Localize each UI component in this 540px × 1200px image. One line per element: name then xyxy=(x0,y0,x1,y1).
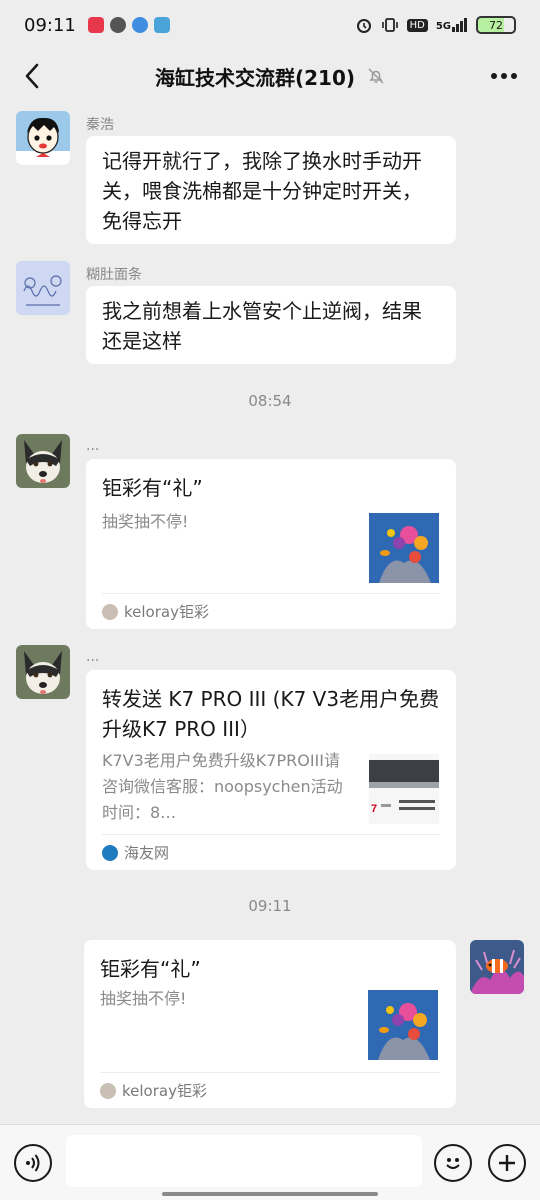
home-indicator xyxy=(162,1192,378,1196)
vibrate-icon xyxy=(381,18,398,32)
card-title: 钜彩有“礼” xyxy=(100,957,201,981)
voice-button[interactable] xyxy=(14,1144,52,1182)
signal-icon xyxy=(452,18,467,32)
avatar[interactable] xyxy=(16,111,70,165)
bell-off-icon xyxy=(368,68,384,84)
avatar[interactable] xyxy=(16,261,70,315)
card-source-label: keloray钜彩 xyxy=(122,1082,207,1100)
avatar[interactable] xyxy=(16,645,70,699)
back-button[interactable] xyxy=(14,58,50,94)
sketch-avatar-icon xyxy=(16,261,70,315)
chat-title: 海缸技术交流群(210) xyxy=(154,65,356,90)
clownfish-avatar-icon xyxy=(470,940,524,994)
sender-name: ... xyxy=(86,649,100,665)
device-thumbnail-icon: 7 xyxy=(369,754,439,824)
more-dots-icon xyxy=(491,73,517,79)
message-bubble[interactable]: 我之前想着上水管安个止逆阀，结果还是这样 xyxy=(86,286,456,364)
self-avatar[interactable] xyxy=(470,940,524,994)
husky-dog-avatar-icon xyxy=(16,434,70,488)
card-source: keloray钜彩 xyxy=(102,593,440,629)
sender-name: 秦浩 xyxy=(86,117,114,133)
keloray-logo-icon xyxy=(100,1082,116,1099)
card-thumbnail: 7 xyxy=(369,754,439,824)
card-description: K7V3老用户免费升级K7PROIII请咨询微信客服：noopsychen活动时… xyxy=(102,751,343,822)
card-description: 抽奖抽不停! xyxy=(100,989,187,1008)
app-icon xyxy=(153,17,170,33)
timestamp: 09:11 xyxy=(248,897,292,915)
message-icon xyxy=(109,17,126,33)
chevron-left-icon xyxy=(25,63,39,89)
more-button[interactable] xyxy=(486,58,522,94)
sender-name: 糊肚面条 xyxy=(86,267,142,283)
reef-thumbnail-icon xyxy=(369,513,439,583)
link-card[interactable]: 钜彩有“礼” 抽奖抽不停! keloray钜彩 xyxy=(84,940,456,1108)
battery-indicator: 72 xyxy=(476,16,516,34)
sender-name: ... xyxy=(86,438,100,454)
emoji-icon xyxy=(446,1158,460,1169)
card-source-label: keloray钜彩 xyxy=(124,603,209,621)
status-bar: 09:11 HD 5G 72 xyxy=(0,0,540,50)
plus-icon xyxy=(499,1155,515,1171)
chat-header: 海缸技术交流群(210) xyxy=(0,50,540,102)
message-input[interactable] xyxy=(66,1135,422,1187)
card-source: 海友网 xyxy=(102,834,440,870)
notification-app-icon xyxy=(87,17,104,33)
husky-dog-avatar-icon xyxy=(16,645,70,699)
timestamp: 08:54 xyxy=(248,392,292,410)
haiyou-logo-icon xyxy=(102,844,118,861)
card-thumbnail xyxy=(369,513,439,583)
alarm-icon xyxy=(356,19,371,33)
keloray-logo-icon xyxy=(102,603,118,620)
emoji-button[interactable] xyxy=(434,1144,472,1182)
card-description: 抽奖抽不停! xyxy=(102,512,189,531)
input-bar xyxy=(0,1124,540,1200)
cartoon-boy-avatar-icon xyxy=(16,111,70,165)
card-source-label: 海友网 xyxy=(124,844,170,862)
avatar[interactable] xyxy=(16,434,70,488)
link-card[interactable]: 转发送 K7 PRO III (K7 V3老用户免费升级K7 PRO III） … xyxy=(86,670,456,870)
card-title: 钜彩有“礼” xyxy=(102,476,203,500)
message-bubble[interactable]: 记得开就行了，我除了换水时手动开关，喂食洗棉都是十分钟定时开关，免得忘开 xyxy=(86,136,456,244)
reef-thumbnail-icon xyxy=(368,990,438,1060)
card-thumbnail xyxy=(368,990,438,1060)
link-card[interactable]: 钜彩有“礼” 抽奖抽不停! keloray钜彩 xyxy=(86,459,456,629)
cloud-icon xyxy=(131,17,148,33)
plus-button[interactable] xyxy=(488,1144,526,1182)
signal-label: 5G xyxy=(436,18,468,32)
status-time: 09:11 xyxy=(24,14,76,36)
card-source: keloray钜彩 xyxy=(100,1072,440,1108)
card-title: 转发送 K7 PRO III (K7 V3老用户免费升级K7 PRO III） xyxy=(102,687,440,741)
svg-text:7: 7 xyxy=(371,803,377,815)
voice-icon xyxy=(26,1154,40,1172)
hd-badge: HD xyxy=(406,18,428,32)
